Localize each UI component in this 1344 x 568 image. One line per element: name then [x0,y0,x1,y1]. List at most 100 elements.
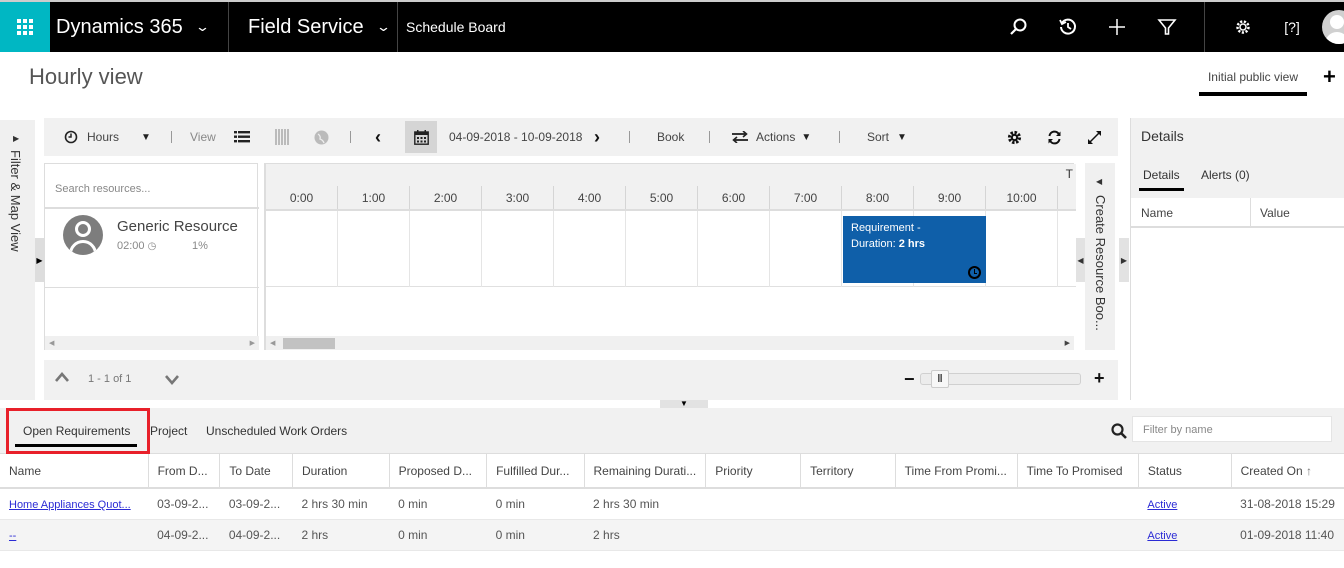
divider [839,131,840,143]
actions-dropdown[interactable]: Actions ▼ [732,118,811,156]
next-range-button[interactable]: › [594,118,600,156]
column-header-created-on[interactable]: Created On ↑ [1231,454,1344,489]
book-button[interactable]: Book [657,118,684,156]
expand-left-icon[interactable]: ◀ [1096,177,1102,186]
map-view-button[interactable] [314,118,329,156]
time-slot[interactable] [266,211,338,287]
tab-project[interactable]: Project [150,408,187,454]
calendar-icon [413,129,429,145]
column-header[interactable]: Duration [292,454,390,489]
resource-search-input[interactable]: Search resources... [45,164,259,209]
time-slot[interactable] [626,211,698,287]
requirement-name-link[interactable]: Home Appliances Quot... [9,499,131,511]
resource-pane-toggle[interactable]: ▶ [35,238,44,282]
column-header[interactable]: Remaining Durati... [584,454,707,489]
zoom-slider[interactable]: ‖ [920,370,1081,388]
page-title: Hourly view [29,64,143,89]
filter-map-view-panel[interactable]: ▶ Filter & Map View [0,120,35,400]
tab-unscheduled-work-orders[interactable]: Unscheduled Work Orders [206,408,347,454]
gantt-view-button[interactable] [275,118,289,156]
time-slot[interactable] [770,211,842,287]
time-slot[interactable] [482,211,554,287]
time-slot[interactable] [554,211,626,287]
column-name[interactable]: Name [1141,206,1173,220]
time-slot[interactable] [986,211,1058,287]
new-record-button[interactable] [1092,2,1142,52]
app-suite-menu[interactable]: Dynamics 365 ⌄ [56,2,210,52]
time-slot[interactable] [698,211,770,287]
timeline-horizontal-scrollbar[interactable]: ◀ ▶ [266,336,1074,350]
expand-right-icon[interactable]: ▶ [13,134,19,143]
help-icon: [?] [1284,19,1300,35]
add-view-button[interactable]: + [1323,64,1336,90]
view-selector-tab[interactable]: Initial public view [1199,70,1307,96]
resource-row[interactable]: Generic Resource 02:00 ◷ 1% [45,210,259,288]
zoom-in-button[interactable]: + [1094,368,1105,389]
app-name-menu[interactable]: Field Service ⌄ [248,2,391,52]
zoom-out-button[interactable]: − [904,369,915,390]
column-header[interactable]: Priority [705,454,802,489]
scrollbar-thumb[interactable] [283,338,335,349]
board-settings-button[interactable] [1007,118,1022,156]
cell-from-date: 03-09-2... [148,488,220,520]
filter-by-name-input[interactable]: Filter by name [1132,416,1332,442]
chevron-up-icon [55,372,69,382]
previous-range-button[interactable]: ‹ [375,118,381,156]
status-link[interactable]: Active [1147,499,1177,511]
pagination-zoom-bar: 1 - 1 of 1 − ‖ + [44,360,1118,400]
settings-button[interactable] [1218,2,1268,52]
table-row[interactable]: Home Appliances Quot... 03-09-2... 03-09… [0,488,1344,520]
refresh-button[interactable] [1047,118,1062,156]
zoom-slider-handle[interactable]: ‖ [931,370,949,388]
filter-search-button[interactable] [1111,423,1127,444]
settings-icon [1236,20,1250,34]
resource-horizontal-scrollbar[interactable]: ◀ ▶ [45,336,259,350]
area-label[interactable]: Schedule Board [406,2,506,52]
date-range-label[interactable]: 04-09-2018 - 10-09-2018 [449,118,582,156]
create-resource-booking-panel[interactable]: ◀ Create Resource Boo... [1085,163,1115,350]
column-header[interactable]: To Date [219,454,293,489]
table-row[interactable]: -- 04-09-2... 04-09-2... 2 hrs 0 min 0 m… [0,519,1344,551]
help-button[interactable]: [?] [1267,2,1317,52]
chevron-left-icon: ‹ [375,126,381,147]
search-button[interactable] [993,2,1043,52]
details-pane-toggle[interactable]: ▶ [1119,238,1129,282]
caret-right-icon: ▶ [1120,255,1128,265]
time-slot[interactable] [338,211,410,287]
booking-block[interactable]: Requirement - Duration: 2 hrs [843,216,986,283]
user-icon [75,221,91,237]
column-header[interactable]: Territory [800,454,896,489]
cell-duration: 2 hrs [292,519,390,551]
column-header[interactable]: Status [1138,454,1232,489]
scroll-right-icon: ▶ [1064,340,1070,347]
time-slot[interactable] [410,211,482,287]
tab-alerts[interactable]: Alerts (0) [1201,168,1250,182]
column-header[interactable]: From D... [148,454,221,489]
divider [171,131,172,143]
user-avatar[interactable] [1322,10,1344,44]
column-header[interactable]: Time To Promised [1017,454,1139,489]
resource-utilization: 1% [192,240,208,252]
calendar-button[interactable] [405,121,437,153]
column-header[interactable]: Proposed D... [389,454,488,489]
page-down-button[interactable] [164,373,180,391]
column-value[interactable]: Value [1260,206,1290,220]
requirement-name-link[interactable]: -- [9,530,16,542]
fullscreen-button[interactable] [1087,118,1102,156]
advanced-find-button[interactable] [1142,2,1192,52]
recent-button[interactable] [1043,2,1093,52]
column-header[interactable]: Name [0,454,149,489]
tab-details[interactable]: Details [1139,168,1184,191]
user-icon-body [69,240,97,255]
sort-dropdown[interactable]: Sort ▼ [867,118,907,156]
column-header[interactable]: Time From Promi... [895,454,1018,489]
resource-pane: Search resources... Generic Resource 02:… [44,163,259,350]
app-launcher-button[interactable] [0,2,50,52]
status-link[interactable]: Active [1147,530,1177,542]
page-up-button[interactable] [54,370,70,386]
list-view-button[interactable] [234,118,250,156]
collapse-requirements-button[interactable]: ▼ [660,400,708,408]
grid-collapse-left[interactable]: ◀ [1076,238,1085,282]
column-header[interactable]: Fulfilled Dur... [486,454,585,489]
timescale-dropdown[interactable]: Hours ▼ [64,118,151,156]
